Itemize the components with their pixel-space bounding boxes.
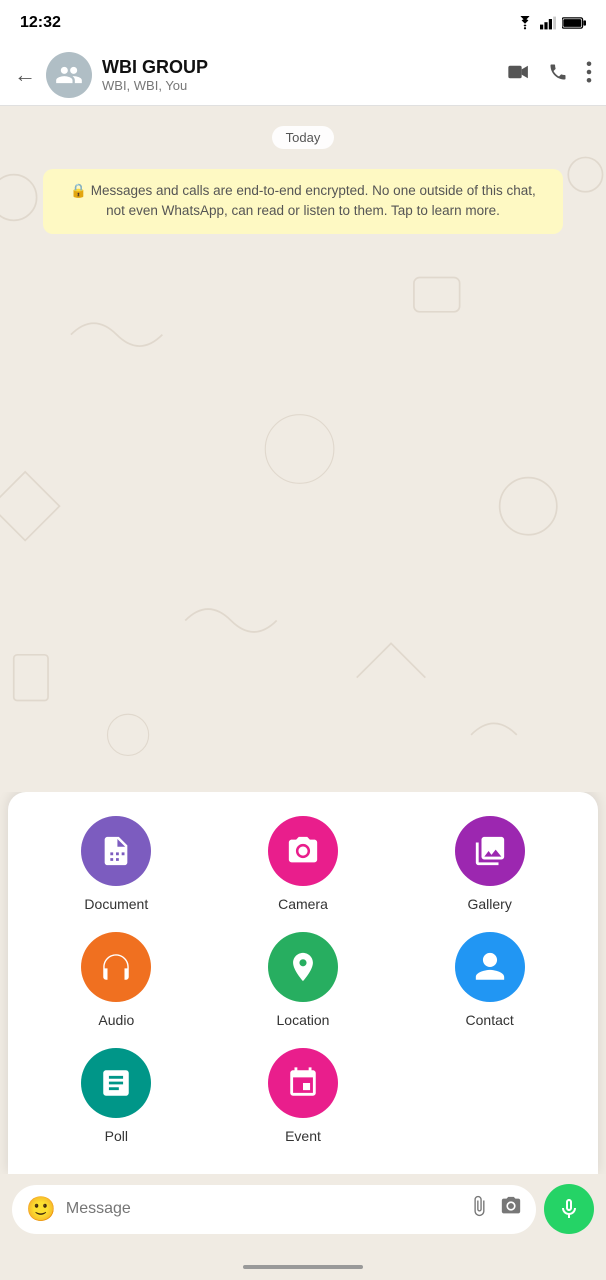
header-actions — [508, 61, 592, 89]
attachment-grid: Document Camera Gallery — [28, 816, 578, 1144]
attachment-item-gallery[interactable]: Gallery — [455, 816, 525, 912]
mic-button[interactable] — [544, 1184, 594, 1234]
home-bar — [243, 1265, 363, 1269]
back-button[interactable]: ← — [14, 62, 36, 88]
event-circle — [268, 1048, 338, 1118]
gallery-icon — [473, 834, 507, 868]
input-bar: 🙂 — [0, 1174, 606, 1254]
camera-icon — [286, 834, 320, 868]
audio-icon — [99, 950, 133, 984]
event-label: Event — [285, 1128, 321, 1144]
audio-label: Audio — [98, 1012, 134, 1028]
group-name: WBI GROUP — [102, 57, 498, 78]
battery-icon — [562, 16, 586, 30]
gallery-label: Gallery — [467, 896, 511, 912]
chat-content: Today 🔒 Messages and calls are end-to-en… — [0, 106, 606, 246]
camera-circle — [268, 816, 338, 886]
voice-call-button[interactable] — [548, 62, 568, 88]
emoji-button[interactable]: 🙂 — [26, 1195, 56, 1224]
encryption-notice[interactable]: 🔒 Messages and calls are end-to-end encr… — [43, 169, 563, 234]
attachment-item-location[interactable]: Location — [268, 932, 338, 1028]
date-badge: Today — [272, 126, 335, 149]
input-camera-button[interactable] — [500, 1195, 522, 1223]
document-circle — [81, 816, 151, 886]
poll-circle — [81, 1048, 151, 1118]
header-info: WBI GROUP WBI, WBI, You — [102, 57, 498, 93]
wifi-icon — [516, 16, 534, 30]
location-icon — [286, 950, 320, 984]
poll-icon — [99, 1066, 133, 1100]
video-call-button[interactable] — [508, 63, 530, 86]
location-circle — [268, 932, 338, 1002]
contact-circle — [455, 932, 525, 1002]
status-icons — [516, 16, 586, 30]
audio-circle — [81, 932, 151, 1002]
message-input[interactable] — [66, 1200, 458, 1218]
camera-label: Camera — [278, 896, 328, 912]
group-avatar-icon — [55, 61, 83, 89]
attachment-panel: Document Camera Gallery — [8, 792, 598, 1174]
signal-icon — [540, 16, 556, 30]
status-bar: 12:32 — [0, 0, 606, 44]
gallery-circle — [455, 816, 525, 886]
location-label: Location — [277, 1012, 330, 1028]
mic-icon — [557, 1197, 581, 1221]
more-options-button[interactable] — [586, 61, 592, 89]
attachment-item-poll[interactable]: Poll — [81, 1048, 151, 1144]
attachment-item-document[interactable]: Document — [81, 816, 151, 912]
group-members: WBI, WBI, You — [102, 78, 498, 93]
document-label: Document — [84, 896, 148, 912]
group-avatar — [46, 52, 92, 98]
attachment-item-event[interactable]: Event — [268, 1048, 338, 1144]
document-icon — [99, 834, 133, 868]
contact-icon — [473, 950, 507, 984]
attachment-item-audio[interactable]: Audio — [81, 932, 151, 1028]
message-input-wrapper: 🙂 — [12, 1185, 536, 1234]
status-time: 12:32 — [20, 14, 61, 32]
attach-button[interactable] — [468, 1195, 490, 1223]
event-icon — [286, 1066, 320, 1100]
home-indicator — [0, 1254, 606, 1280]
chat-header: ← WBI GROUP WBI, WBI, You — [0, 44, 606, 106]
contact-label: Contact — [466, 1012, 514, 1028]
poll-label: Poll — [105, 1128, 128, 1144]
attachment-item-contact[interactable]: Contact — [455, 932, 525, 1028]
attachment-item-camera[interactable]: Camera — [268, 816, 338, 912]
chat-area: Today 🔒 Messages and calls are end-to-en… — [0, 106, 606, 792]
